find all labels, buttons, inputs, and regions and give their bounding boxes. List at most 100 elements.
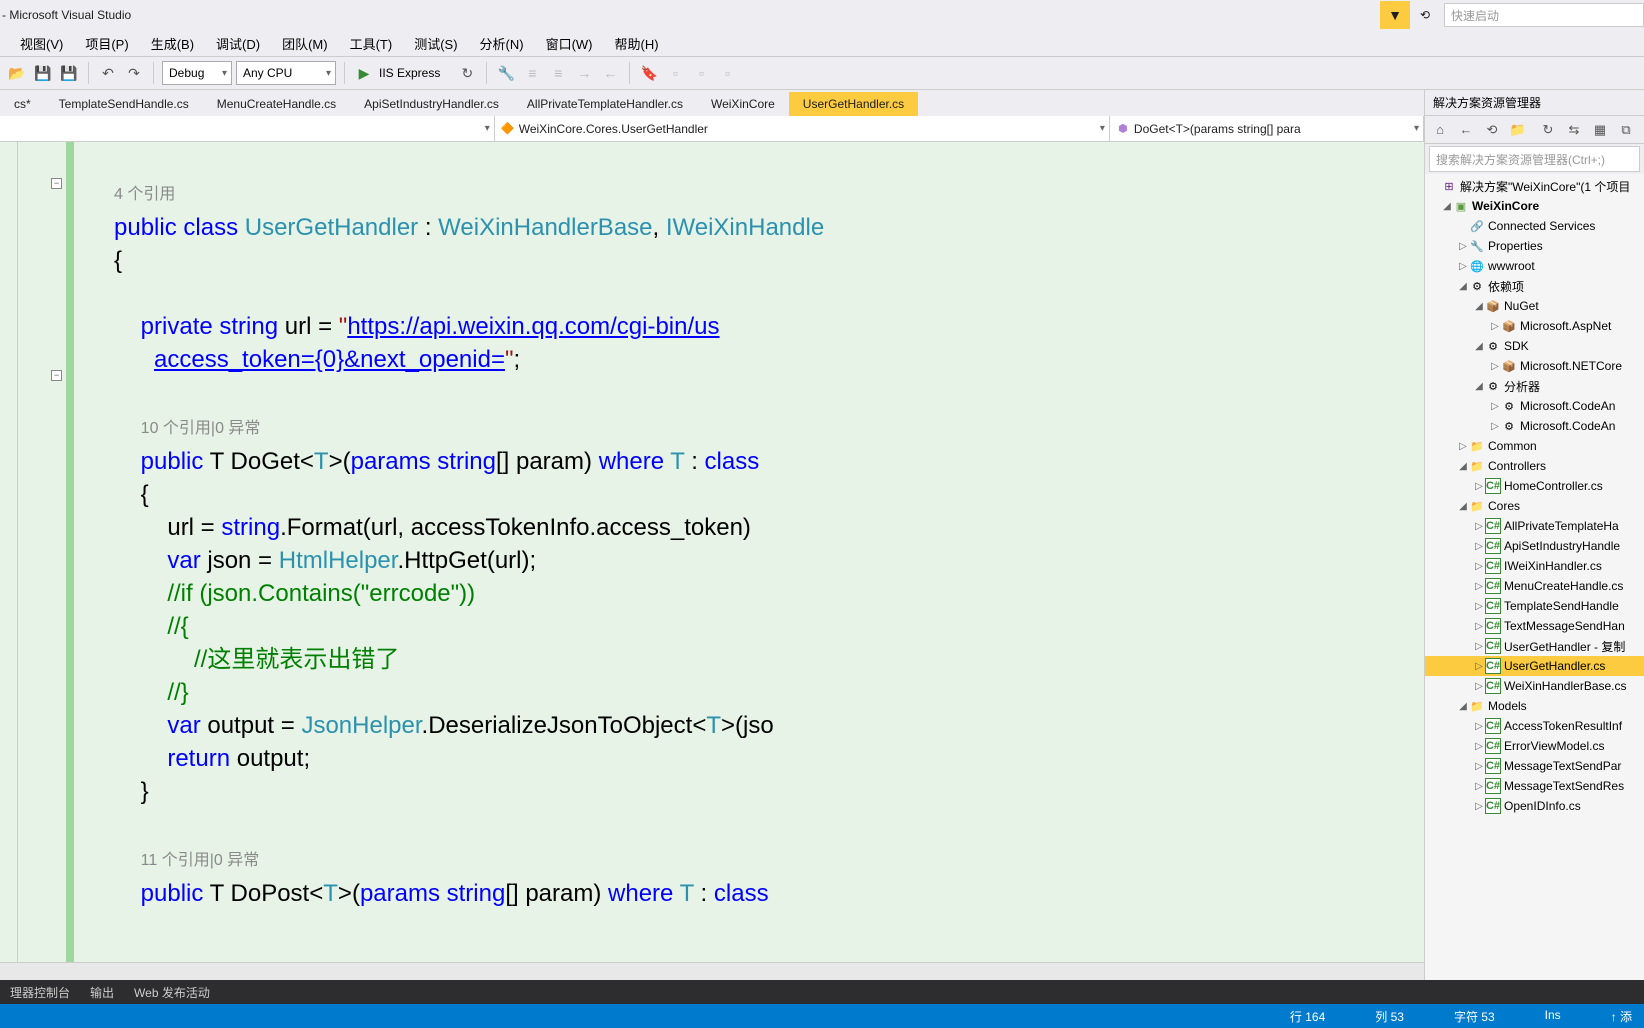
tree-sdk[interactable]: ◢⚙SDK [1425,336,1644,356]
horizontal-scrollbar[interactable] [0,962,1424,980]
bookmark-button[interactable]: 🔖 [638,62,660,84]
tab-3[interactable]: ApiSetIndustryHandler.cs [350,92,513,116]
codelens-doget[interactable]: 10 个引用|0 异常 [141,420,261,437]
tree-f1[interactable]: ▷C#AllPrivateTemplateHa [1425,516,1644,536]
undo-button[interactable]: ↶ [97,62,119,84]
tool-btn-3[interactable]: ▫ [690,62,712,84]
tree-netcore[interactable]: ▷📦Microsoft.NETCore [1425,356,1644,376]
back-button[interactable]: ← [1455,119,1477,141]
tree-controllers[interactable]: ◢📁Controllers [1425,456,1644,476]
tree-codean2[interactable]: ▷⚙Microsoft.CodeAn [1425,416,1644,436]
tree-homectl[interactable]: ▷C#HomeController.cs [1425,476,1644,496]
nav-project[interactable] [0,116,495,141]
tree-aspnet[interactable]: ▷📦Microsoft.AspNet [1425,316,1644,336]
feedback-button[interactable]: ⟲ [1410,1,1440,29]
menu-project[interactable]: 项目(P) [75,31,138,56]
menu-analyze[interactable]: 分析(N) [470,31,534,56]
solution-search-input[interactable]: 搜索解决方案资源管理器(Ctrl+;) [1429,146,1640,172]
code-body[interactable]: 4 个引用 public class UserGetHandler : WeiX… [74,142,1424,962]
uncomment-button[interactable]: ≡ [547,62,569,84]
menu-test[interactable]: 测试(S) [404,31,467,56]
tab-1[interactable]: TemplateSendHandle.cs [45,92,203,116]
tool-btn-2[interactable]: ▫ [664,62,686,84]
tab-web-publish[interactable]: Web 发布活动 [124,980,220,1005]
tree-project[interactable]: ◢▣WeiXinCore [1425,196,1644,216]
cs-file-icon: C# [1485,558,1501,574]
tree-codean1[interactable]: ▷⚙Microsoft.CodeAn [1425,396,1644,416]
properties-button[interactable]: ⧉ [1615,119,1637,141]
tree-models[interactable]: ◢📁Models [1425,696,1644,716]
tree-f7[interactable]: ▷C#UserGetHandler - 复制 [1425,636,1644,656]
outdent-button[interactable]: ← [599,62,621,84]
config-dropdown[interactable]: Debug [162,61,232,85]
browser-link-button[interactable]: ↻ [456,62,478,84]
cs-file-icon: C# [1485,538,1501,554]
notifications-button[interactable]: ▼ [1380,1,1410,29]
tree-m4[interactable]: ▷C#MessageTextSendRes [1425,776,1644,796]
menu-tools[interactable]: 工具(T) [340,31,403,56]
menu-help[interactable]: 帮助(H) [605,31,669,56]
sync-view-button[interactable]: ⟲ [1481,119,1503,141]
tree-m5[interactable]: ▷C#OpenIDInfo.cs [1425,796,1644,816]
menu-team[interactable]: 团队(M) [272,31,338,56]
tree-nuget[interactable]: ◢📦NuGet [1425,296,1644,316]
tree-connected[interactable]: 🔗Connected Services [1425,216,1644,236]
tree-wwwroot[interactable]: ▷🌐wwwroot [1425,256,1644,276]
tree-m1[interactable]: ▷C#AccessTokenResultInf [1425,716,1644,736]
save-all-button[interactable]: 💾 [58,62,80,84]
tree-properties[interactable]: ▷🔧Properties [1425,236,1644,256]
solution-tree[interactable]: ⊞解决方案"WeiXinCore"(1 个项目 ◢▣WeiXinCore 🔗Co… [1425,174,1644,980]
platform-dropdown[interactable]: Any CPU [236,61,336,85]
refresh-button[interactable]: ↻ [1537,119,1559,141]
tab-pm-console[interactable]: 理器控制台 [0,980,80,1005]
menu-debug[interactable]: 调试(D) [206,31,270,56]
tree-m2[interactable]: ▷C#ErrorViewModel.cs [1425,736,1644,756]
tree-f9[interactable]: ▷C#WeiXinHandlerBase.cs [1425,676,1644,696]
save-button[interactable]: 💾 [32,62,54,84]
tool-btn-1[interactable]: 🔧 [495,62,517,84]
tree-analyzer[interactable]: ◢⚙分析器 [1425,376,1644,396]
tab-0[interactable]: cs* [0,92,45,116]
tree-f2[interactable]: ▷C#ApiSetIndustryHandle [1425,536,1644,556]
comment-button[interactable]: ≡ [521,62,543,84]
codelens-dopost[interactable]: 11 个引用|0 异常 [141,852,260,869]
tree-deps[interactable]: ◢⚙依赖项 [1425,276,1644,296]
menu-build[interactable]: 生成(B) [141,31,204,56]
tree-f6[interactable]: ▷C#TextMessageSendHan [1425,616,1644,636]
tree-f5[interactable]: ▷C#TemplateSendHandle [1425,596,1644,616]
collapse-class[interactable]: − [51,178,62,189]
collapse-method[interactable]: − [51,370,62,381]
tree-f8[interactable]: ▷C#UserGetHandler.cs [1425,656,1644,676]
show-all-button[interactable]: ▦ [1589,119,1611,141]
tree-f4[interactable]: ▷C#MenuCreateHandle.cs [1425,576,1644,596]
code-editor[interactable]: − − 4 个引用 public class UserGetHandler : … [0,142,1424,962]
quick-launch-input[interactable]: 快速启动 [1444,3,1644,27]
tree-f3[interactable]: ▷C#IWeiXinHandler.cs [1425,556,1644,576]
tree-m3[interactable]: ▷C#MessageTextSendPar [1425,756,1644,776]
menu-window[interactable]: 窗口(W) [536,31,603,56]
tab-6[interactable]: UserGetHandler.cs [789,92,918,116]
nav-member[interactable]: ⬢DoGet<T>(params string[] para [1110,116,1424,141]
collapse-button[interactable]: ⇆ [1563,119,1585,141]
redo-button[interactable]: ↷ [123,62,145,84]
open-button[interactable]: 📂 [6,62,28,84]
tree-cores[interactable]: ◢📁Cores [1425,496,1644,516]
nav-class[interactable]: 🔶WeiXinCore.Cores.UserGetHandler [495,116,1110,141]
home-button[interactable]: ⌂ [1429,119,1451,141]
run-target[interactable]: IIS Express [379,66,452,80]
editor-area: cs* TemplateSendHandle.cs MenuCreateHand… [0,90,1424,980]
tab-2[interactable]: MenuCreateHandle.cs [203,92,350,116]
tab-5[interactable]: WeiXinCore [697,92,789,116]
indent-button[interactable]: → [573,62,595,84]
tab-4[interactable]: AllPrivateTemplateHandler.cs [513,92,697,116]
tool-btn-4[interactable]: ▫ [716,62,738,84]
menu-view[interactable]: 视图(V) [10,31,73,56]
codelens-class[interactable]: 4 个引用 [114,186,175,203]
tab-output[interactable]: 输出 [80,980,124,1005]
tb-btn-4[interactable]: 📁 [1507,119,1529,141]
run-button[interactable]: ▶ [353,62,375,84]
tree-solution[interactable]: ⊞解决方案"WeiXinCore"(1 个项目 [1425,176,1644,196]
status-add[interactable]: ↑ 添 [1611,1008,1632,1025]
solution-toolbar: ⌂ ← ⟲ 📁 ↻ ⇆ ▦ ⧉ [1425,116,1644,144]
tree-common[interactable]: ▷📁Common [1425,436,1644,456]
